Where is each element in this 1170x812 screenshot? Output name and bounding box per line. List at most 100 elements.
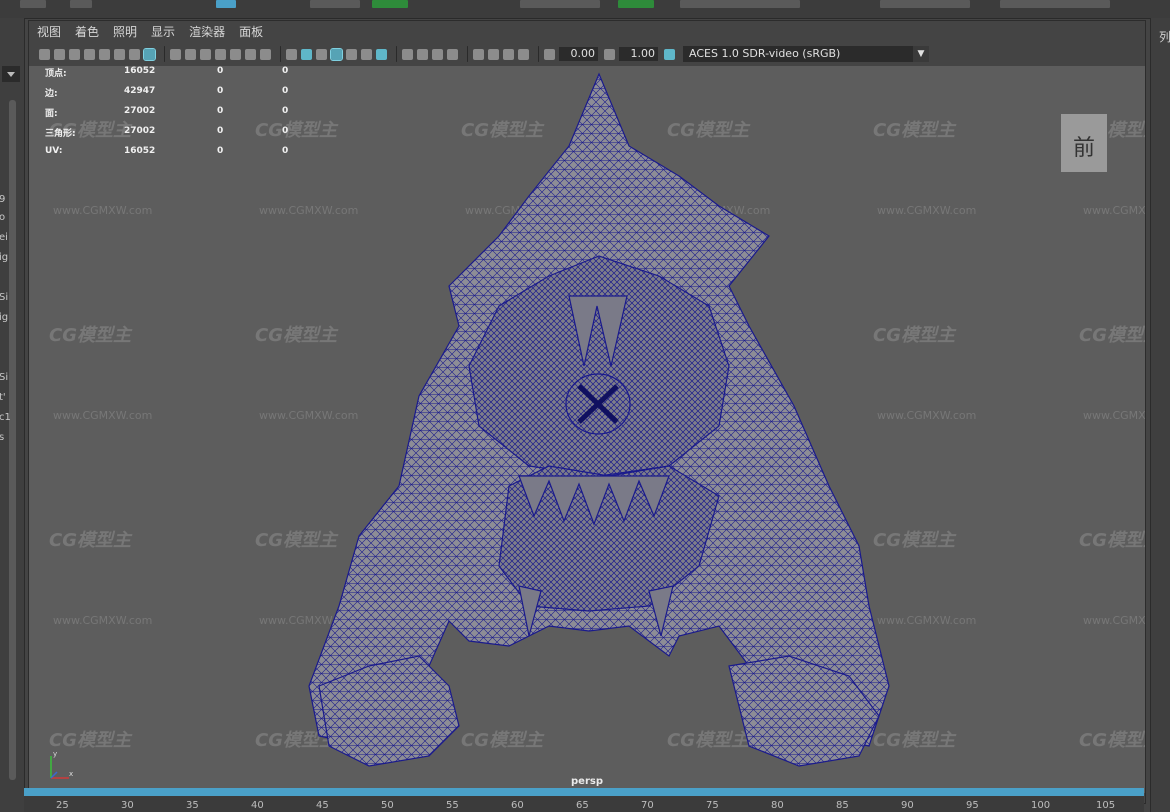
shelf-icon[interactable]: [310, 0, 360, 8]
motion-blur-icon[interactable]: [417, 48, 428, 60]
time-tick-label: 30: [121, 800, 134, 811]
clipped-text-fragment: c1: [0, 412, 11, 423]
viewport-panel: 视图 着色 照明 显示 渲染器 面板 0.00 1.00 ACES 1.0 SD…: [28, 20, 1146, 804]
color-space-select[interactable]: ACES 1.0 SDR-video (sRGB) ▼: [683, 46, 929, 62]
film-gate-icon[interactable]: [185, 48, 196, 60]
color-management-icon[interactable]: [664, 48, 675, 60]
clipped-text-fragment: ig: [0, 312, 9, 323]
chevron-down-icon: ▼: [913, 46, 929, 62]
panel-dropdown[interactable]: [2, 66, 20, 82]
time-tick-label: 100: [1031, 800, 1051, 811]
time-tick-label: 60: [511, 800, 524, 811]
wireframe-creature-model: [308, 72, 890, 767]
default-material-icon[interactable]: [316, 48, 327, 60]
main-shelf-strip: [0, 0, 1170, 19]
time-tick-label: 75: [706, 800, 719, 811]
field-chart-icon[interactable]: [230, 48, 241, 60]
divider: [396, 46, 397, 62]
camera-icon[interactable]: [39, 48, 50, 60]
time-tick-label: 40: [251, 800, 264, 811]
textured-icon[interactable]: [346, 48, 357, 60]
shelf-icon[interactable]: [880, 0, 970, 8]
time-tick-label: 45: [316, 800, 329, 811]
time-tick-label: 80: [771, 800, 784, 811]
menu-show[interactable]: 显示: [151, 23, 175, 40]
time-tick-label: 25: [56, 800, 69, 811]
time-tick-label: 105: [1096, 800, 1116, 811]
divider: [467, 46, 468, 62]
anti-alias-icon[interactable]: [432, 48, 443, 60]
panel-menubar: 视图 着色 照明 显示 渲染器 面板: [29, 21, 1145, 42]
brush-icon[interactable]: [143, 47, 156, 61]
two-d-pan-icon[interactable]: [114, 48, 125, 60]
xray-joints-icon[interactable]: [503, 48, 514, 60]
clipped-text-fragment: Si: [0, 372, 9, 383]
grease-pencil-icon[interactable]: [129, 48, 140, 60]
menu-view[interactable]: 视图: [37, 23, 61, 40]
clipped-text-fragment: 9: [0, 194, 6, 205]
clipped-text-fragment: ig: [0, 252, 9, 263]
shelf-icon[interactable]: [70, 0, 92, 8]
clipped-text-fragment: Si: [0, 292, 9, 303]
camera-attributes-icon[interactable]: [54, 48, 65, 60]
xray-components-icon[interactable]: [518, 48, 529, 60]
time-tick-label: 50: [381, 800, 394, 811]
safe-action-icon[interactable]: [245, 48, 256, 60]
menu-renderer[interactable]: 渲染器: [189, 23, 225, 40]
menu-shading[interactable]: 着色: [75, 23, 99, 40]
right-side-panel: 列: [1150, 18, 1170, 812]
shadows-icon[interactable]: [376, 48, 387, 60]
exposure-field[interactable]: 0.00: [559, 47, 598, 61]
smooth-shade-icon[interactable]: [301, 48, 312, 60]
resolution-gate-icon[interactable]: [200, 48, 211, 60]
time-slider-bar[interactable]: [24, 788, 1144, 796]
3d-viewport[interactable]: CG模型主 www.CGMXW.com CG模型主 www.CGMXW.com CG模型…: [29, 66, 1145, 793]
clipped-text-fragment: s: [0, 432, 5, 443]
safe-title-icon[interactable]: [260, 48, 271, 60]
isolate-select-icon[interactable]: [473, 48, 484, 60]
left-side-panel: 9 o ei ig Si ig Si t' c1 s: [0, 18, 25, 812]
shelf-icon[interactable]: [20, 0, 46, 8]
wireframe-icon[interactable]: [286, 48, 297, 60]
xray-icon[interactable]: [488, 48, 499, 60]
menu-lighting[interactable]: 照明: [113, 23, 137, 40]
clipped-text-fragment: o: [0, 212, 6, 223]
divider: [280, 46, 281, 62]
time-tick-label: 90: [901, 800, 914, 811]
shelf-icon[interactable]: [680, 0, 800, 8]
wireframe-on-shaded-icon[interactable]: [330, 47, 343, 61]
shelf-icon[interactable]: [1000, 0, 1110, 8]
lights-icon[interactable]: [361, 48, 372, 60]
depth-of-field-icon[interactable]: [447, 48, 458, 60]
color-space-value: ACES 1.0 SDR-video (sRGB): [689, 47, 841, 60]
clipped-text-fragment: t': [0, 392, 6, 403]
shelf-icon[interactable]: [618, 0, 654, 8]
time-tick-label: 95: [966, 800, 979, 811]
ambient-occlusion-icon[interactable]: [402, 48, 413, 60]
gamma-field[interactable]: 1.00: [619, 47, 658, 61]
time-tick-label: 55: [446, 800, 459, 811]
vertical-scrollbar[interactable]: [9, 100, 16, 780]
bookmark-icon[interactable]: [69, 48, 80, 60]
svg-text:y: y: [53, 750, 57, 758]
view-cube[interactable]: 前: [1061, 114, 1107, 172]
camera-name-label: persp: [571, 776, 603, 787]
flag-icon[interactable]: [99, 48, 110, 60]
time-tick-label: 35: [186, 800, 199, 811]
exposure-icon[interactable]: [544, 48, 555, 60]
divider: [538, 46, 539, 62]
shelf-icon[interactable]: [216, 0, 236, 8]
gamma-icon[interactable]: [604, 48, 615, 60]
panel-toolbar: 0.00 1.00 ACES 1.0 SDR-video (sRGB) ▼: [29, 43, 1145, 65]
divider: [164, 46, 165, 62]
time-tick-label: 85: [836, 800, 849, 811]
grid-icon[interactable]: [170, 48, 181, 60]
time-ruler[interactable]: 25 30 35 40 45 50 55 60 65 70 75 80 85 90 95 100 105: [24, 796, 1144, 812]
shelf-icon[interactable]: [520, 0, 600, 8]
gate-mask-icon[interactable]: [215, 48, 226, 60]
shelf-icon[interactable]: [372, 0, 408, 8]
time-tick-label: 70: [641, 800, 654, 811]
menu-panels[interactable]: 面板: [239, 23, 263, 40]
image-plane-icon[interactable]: [84, 48, 95, 60]
time-tick-label: 65: [576, 800, 589, 811]
